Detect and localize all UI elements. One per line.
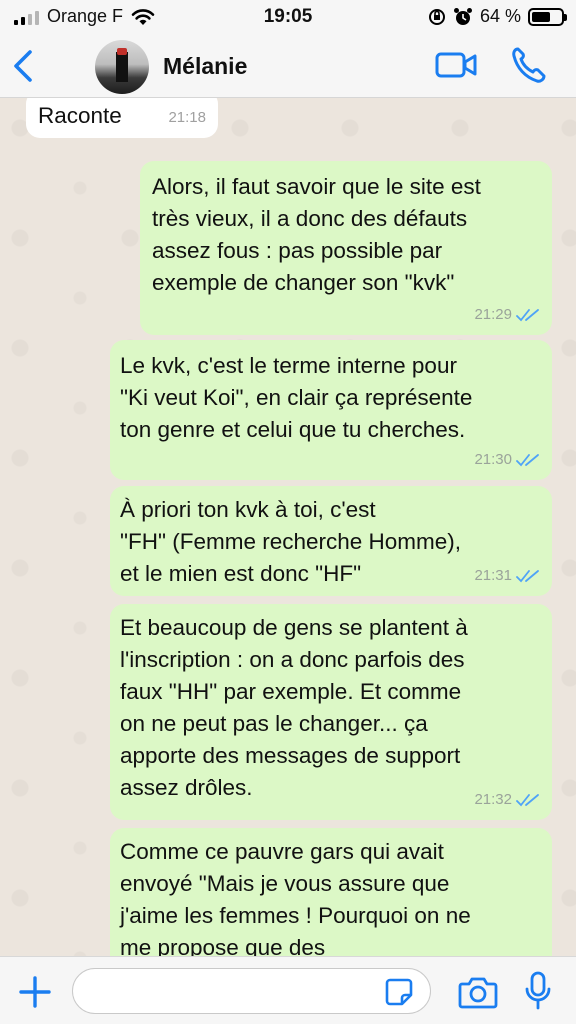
message-time: 21:32 — [474, 791, 512, 808]
message-outgoing[interactable]: Le kvk, c'est le terme interne pour "Ki … — [110, 340, 552, 480]
video-camera-icon[interactable] — [435, 48, 477, 82]
message-outgoing[interactable]: À priori ton kvk à toi, c'est "FH" (Femm… — [110, 486, 552, 596]
sticker-icon[interactable] — [384, 977, 414, 1007]
phone-icon[interactable] — [510, 46, 546, 84]
microphone-icon[interactable] — [524, 971, 552, 1011]
message-time: 21:18 — [168, 109, 206, 126]
double-check-icon — [516, 570, 539, 583]
contact-name[interactable]: Mélanie — [163, 53, 247, 80]
chat-header: Mélanie — [0, 34, 576, 98]
message-outgoing[interactable]: Et beaucoup de gens se plantent à l'insc… — [110, 604, 552, 820]
double-check-icon — [516, 309, 539, 322]
battery-level — [532, 11, 550, 22]
double-check-icon — [516, 794, 539, 807]
message-outgoing[interactable]: Comme ce pauvre gars qui avait envoyé "M… — [110, 828, 552, 956]
message-time: 21:30 — [474, 451, 512, 468]
message-text: Le kvk, c'est le terme interne pour "Ki … — [120, 353, 473, 442]
message-input[interactable] — [72, 968, 431, 1014]
double-check-icon — [516, 454, 539, 467]
battery-icon — [528, 7, 567, 26]
message-text: Et beaucoup de gens se plantent à l'insc… — [120, 615, 468, 800]
message-text: Comme ce pauvre gars qui avait envoyé "M… — [120, 839, 471, 956]
composer-bar — [0, 956, 576, 1024]
camera-icon[interactable] — [458, 975, 498, 1009]
message-time: 21:31 — [474, 567, 512, 584]
status-right: 64 % — [428, 6, 567, 27]
battery-percent: 64 % — [479, 6, 521, 26]
alarm-icon — [453, 7, 472, 25]
message-list[interactable]: Raconte 21:18 Alors, il faut savoir que … — [0, 98, 576, 956]
message-text: Alors, il faut savoir que le site est tr… — [152, 174, 481, 295]
plus-icon[interactable] — [18, 975, 52, 1009]
chevron-left-icon[interactable] — [8, 48, 40, 84]
avatar[interactable] — [95, 40, 149, 94]
status-bar: Orange F 19:05 64 % — [0, 0, 576, 34]
orientation-lock-icon — [428, 8, 445, 25]
message-outgoing[interactable]: Alors, il faut savoir que le site est tr… — [140, 161, 552, 335]
message-time: 21:29 — [474, 306, 512, 323]
message-incoming[interactable]: Raconte 21:18 — [26, 98, 218, 138]
